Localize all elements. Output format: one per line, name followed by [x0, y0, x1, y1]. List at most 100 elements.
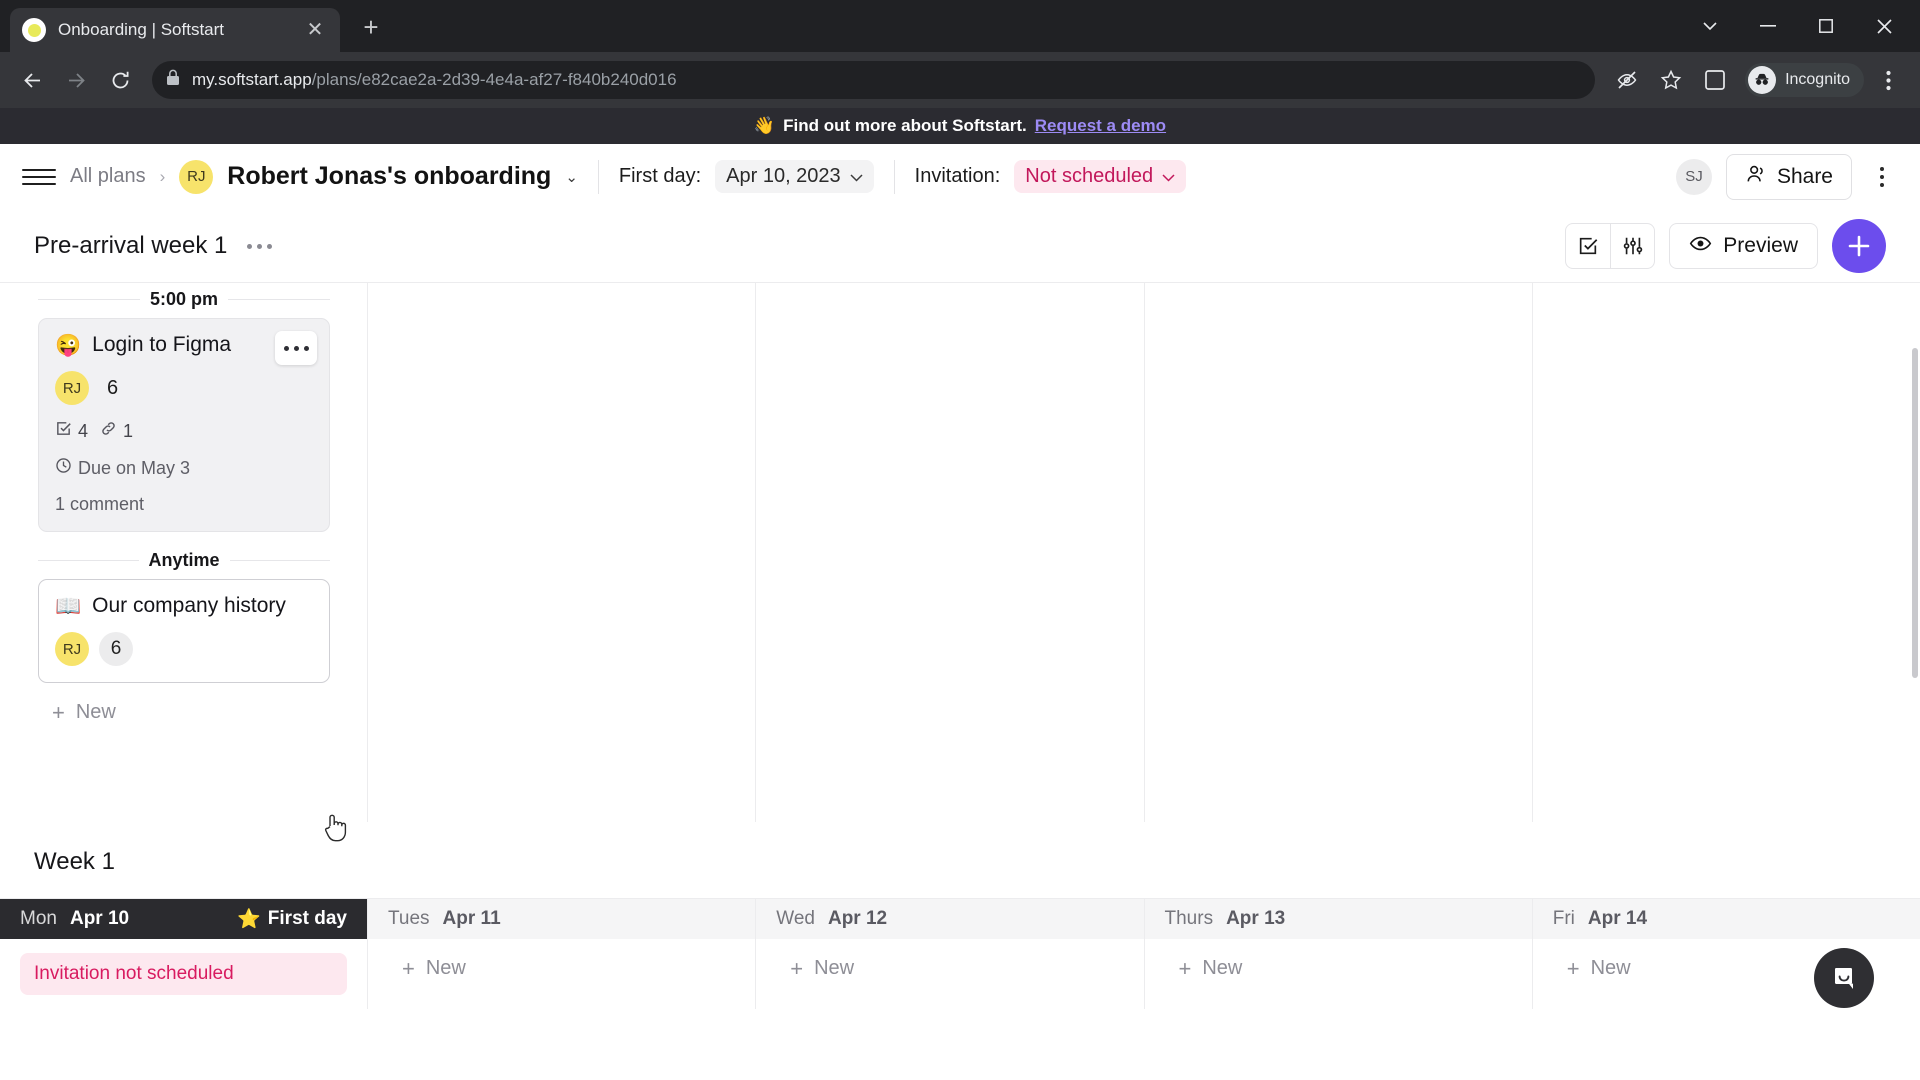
day-date: Apr 14 [1587, 908, 1648, 929]
day-header-thurs: Thurs Apr 13 [1144, 899, 1532, 939]
preview-button[interactable]: Preview [1669, 223, 1818, 269]
anytime-divider: Anytime [38, 550, 331, 571]
week1-grid: Mon Apr 10 ⭐ First day Invitation not sc… [0, 898, 1920, 1009]
promo-banner: 👋 Find out more about Softstart. Request… [0, 108, 1920, 144]
minimize-icon[interactable] [1740, 0, 1796, 52]
task-card-comments: 1 comment [55, 494, 313, 515]
add-new-card-button[interactable]: + New [776, 953, 1123, 980]
wave-emoji-icon: 👋 [753, 116, 776, 135]
assignee-avatar[interactable]: RJ [55, 632, 89, 666]
task-card[interactable]: 😜 Login to Figma RJ 6 4 1 Due on May 3 1… [38, 318, 330, 532]
hamburger-menu-icon[interactable] [22, 160, 56, 194]
plus-icon: + [402, 955, 415, 981]
avatar[interactable]: SJ [1675, 158, 1712, 195]
invitation-value: Not scheduled [1025, 165, 1154, 187]
page-title: Robert Jonas's onboarding [227, 162, 552, 190]
add-button[interactable] [1832, 219, 1886, 273]
plan-chevron-down-icon[interactable]: ⌄ [565, 168, 578, 186]
task-emoji-icon: 😜 [55, 333, 82, 357]
day-date: Apr 10 [69, 908, 130, 929]
window-controls [1682, 0, 1912, 52]
day-date: Apr 12 [827, 908, 888, 929]
share-button[interactable]: Share [1725, 153, 1852, 200]
browser-window: Onboarding | Softstart ✕ + my.softstart.… [0, 0, 1920, 1080]
invitation-status-badge[interactable]: Not scheduled [1014, 160, 1187, 193]
lock-icon [166, 69, 180, 91]
browser-tab[interactable]: Onboarding | Softstart ✕ [10, 8, 340, 52]
section-menu-icon[interactable] [241, 238, 278, 255]
more-options-icon[interactable] [1866, 160, 1898, 194]
section-toolbar: Pre-arrival week 1 Preview [0, 210, 1920, 282]
first-day-badge-label: First day [267, 908, 347, 929]
plus-icon: + [52, 699, 65, 725]
prearrival-column-2[interactable] [368, 283, 757, 822]
comment-count-text: 1 comment [55, 494, 145, 514]
incognito-label: Incognito [1785, 71, 1850, 88]
add-new-card-button[interactable]: + New [38, 683, 330, 724]
day-column-wed: Wed Apr 12 + New [756, 899, 1145, 1009]
link-count-value: 1 [123, 420, 134, 441]
chevron-down-icon [1162, 165, 1175, 188]
anytime-divider-label: Anytime [148, 550, 220, 570]
filter-sliders-icon[interactable] [1610, 224, 1654, 268]
day-of-week: Fri [1552, 908, 1575, 929]
plan-board: 5:00 pm 😜 Login to Figma RJ 6 4 1 Due on… [0, 282, 1920, 1080]
header-divider-2 [893, 159, 895, 194]
invitation-warning[interactable]: Invitation not scheduled [20, 953, 347, 995]
subtask-count: 4 [55, 420, 88, 442]
address-bar[interactable]: my.softstart.app/plans/e82cae2a-2d39-4e4… [152, 61, 1596, 99]
preview-label: Preview [1723, 234, 1798, 257]
scrollbar[interactable] [1911, 282, 1920, 1080]
week-label: Week 1 [34, 848, 115, 875]
task-card-menu-icon[interactable] [275, 331, 317, 365]
subtask-count-value: 4 [78, 420, 89, 441]
new-tab-icon[interactable]: + [354, 10, 388, 44]
prearrival-column-5[interactable] [1533, 283, 1920, 822]
three-dot-menu-icon[interactable] [1868, 60, 1908, 100]
eye-slash-icon[interactable] [1607, 60, 1647, 100]
plus-icon: + [790, 955, 804, 981]
day-column-tues: Tues Apr 11 + New [368, 899, 757, 1009]
share-label: Share [1776, 164, 1833, 188]
day-of-week: Tues [388, 908, 430, 929]
task-card[interactable]: 📖 Our company history RJ 6 [38, 579, 330, 683]
assignee-avatar[interactable]: RJ [55, 371, 89, 405]
chat-widget-button[interactable] [1814, 948, 1874, 1008]
day-of-week: Mon [20, 908, 57, 929]
task-card-due: Due on May 3 [55, 457, 313, 479]
star-icon[interactable] [1651, 60, 1691, 100]
prearrival-column-3[interactable] [756, 283, 1145, 822]
page-content: 👋 Find out more about Softstart. Request… [0, 108, 1920, 1080]
tab-search-chevron-icon[interactable] [1682, 0, 1738, 52]
add-new-card-button[interactable]: + New [388, 953, 735, 980]
close-tab-icon[interactable]: ✕ [302, 17, 328, 43]
prearrival-grid: 5:00 pm 😜 Login to Figma RJ 6 4 1 Due on… [0, 282, 1920, 822]
close-window-icon[interactable] [1856, 0, 1912, 52]
checkbox-icon [55, 420, 72, 442]
day-header-fri: Fri Apr 14 [1532, 899, 1920, 939]
request-demo-link[interactable]: Request a demo [1035, 116, 1166, 136]
add-new-card-button[interactable]: + New [1165, 953, 1512, 980]
promo-text: Find out more about Softstart. [783, 116, 1027, 135]
prearrival-column-1: 5:00 pm 😜 Login to Figma RJ 6 4 1 Due on… [0, 283, 368, 822]
reload-icon[interactable] [100, 60, 140, 100]
tab-strip: Onboarding | Softstart ✕ + [0, 0, 1920, 52]
back-arrow-icon[interactable] [12, 60, 52, 100]
task-card-assignees: RJ 6 [55, 371, 313, 405]
incognito-badge[interactable]: Incognito [1745, 63, 1864, 97]
breadcrumb-all-plans[interactable]: All plans [70, 165, 146, 188]
maximize-icon[interactable] [1798, 0, 1854, 52]
new-label: New [425, 957, 466, 979]
day-date: Apr 11 [442, 908, 501, 929]
link-count: 1 [100, 420, 133, 442]
first-day-selector[interactable]: Apr 10, 2023 [715, 160, 874, 193]
task-card-assignees: RJ 6 [55, 632, 313, 666]
day-date: Apr 13 [1226, 908, 1286, 929]
side-panel-icon[interactable] [1695, 60, 1735, 100]
prearrival-column-4[interactable] [1145, 283, 1533, 822]
task-card-title: Login to Figma [92, 333, 232, 356]
forward-arrow-icon[interactable] [56, 60, 96, 100]
due-date-text: Due on May 3 [78, 457, 191, 478]
chevron-down-icon [850, 165, 863, 188]
checkbox-square-icon[interactable] [1566, 224, 1610, 268]
